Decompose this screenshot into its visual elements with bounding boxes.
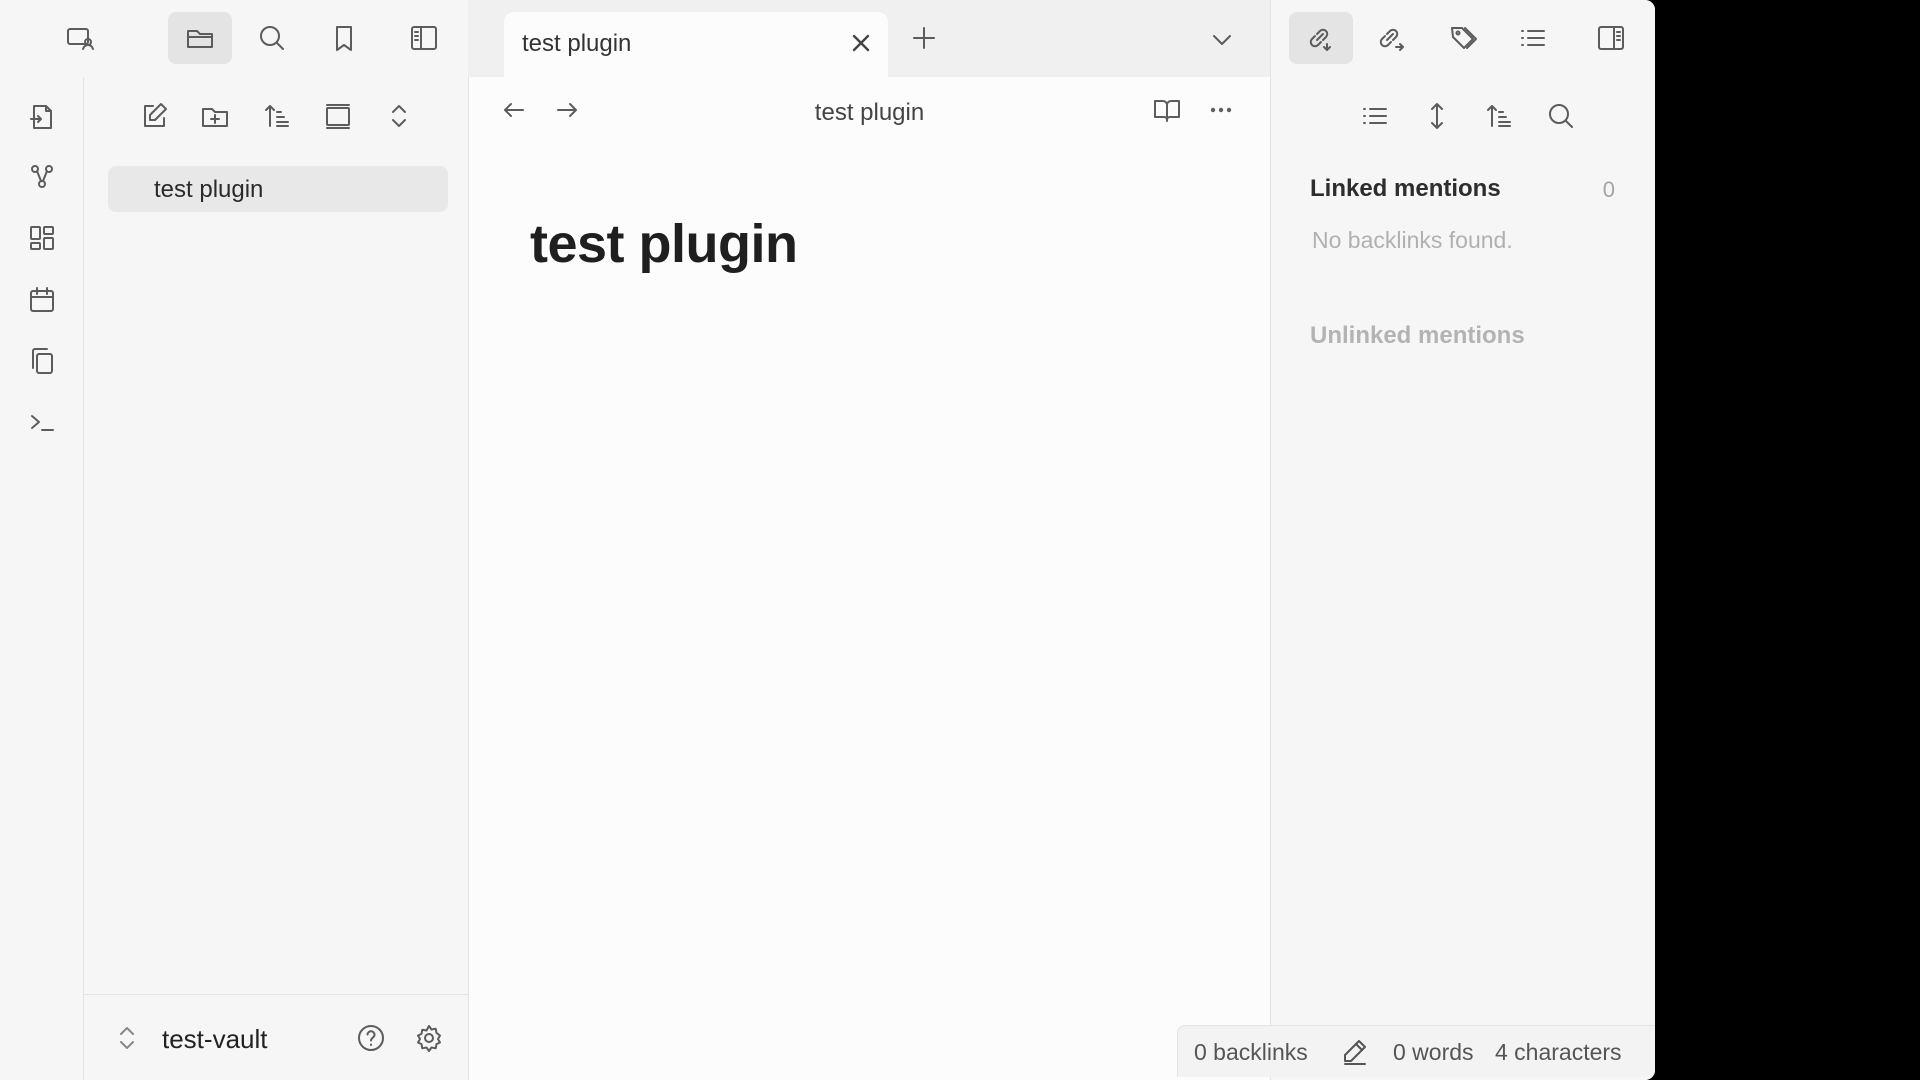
left-ribbon: [0, 77, 84, 1080]
graph-view-icon[interactable]: [10, 149, 74, 205]
vault-switcher[interactable]: test-vault: [112, 1013, 332, 1063]
editing-mode-pencil-icon[interactable]: [1341, 1037, 1369, 1065]
chevron-up-down-icon: [120, 1027, 134, 1049]
linked-mentions-count: 0: [1602, 177, 1615, 202]
outgoing-links-tab-icon[interactable]: [1359, 12, 1423, 64]
backlinks-tab-icon[interactable]: [1289, 12, 1353, 64]
editor-pane: test plugin test plugin: [469, 77, 1270, 1080]
note-inline-title[interactable]: test plugin: [530, 213, 798, 275]
close-tab-icon[interactable]: [844, 26, 878, 60]
sort-order-icon[interactable]: [245, 90, 309, 142]
bookmarks-tab-icon[interactable]: [312, 12, 376, 64]
tab-test-plugin[interactable]: test plugin: [504, 12, 888, 77]
daily-note-calendar-icon[interactable]: [10, 272, 74, 328]
status-character-count: 4 characters: [1495, 1039, 1622, 1065]
manage-vaults-icon[interactable]: [48, 12, 112, 64]
collapse-results-list-icon[interactable]: [1343, 90, 1407, 142]
outline-tab-icon[interactable]: [1501, 12, 1565, 64]
search-tab-icon[interactable]: [240, 12, 304, 64]
toggle-left-sidebar-icon[interactable]: [392, 12, 456, 64]
app-window: test plugin test plugin test-vault test …: [0, 0, 1655, 1080]
title-bar: test plugin: [0, 0, 1655, 77]
linked-mentions-heading[interactable]: Linked mentions: [1310, 175, 1501, 203]
new-folder-icon[interactable]: [183, 90, 247, 142]
new-tab-icon[interactable]: [892, 12, 956, 64]
file-item-label: test plugin: [154, 176, 264, 203]
file-item-test-plugin[interactable]: test plugin: [108, 166, 448, 212]
show-more-context-icon[interactable]: [1405, 90, 1469, 142]
right-sidebar-header: [1270, 0, 1655, 77]
files-tab-folder-icon[interactable]: [168, 12, 232, 64]
backlinks-pane: Linked mentions 0 No backlinks found. Un…: [1270, 77, 1655, 1080]
status-bar: 0 backlinks 0 words 4 characters: [1177, 1025, 1655, 1077]
unlinked-mentions-heading[interactable]: Unlinked mentions: [1310, 322, 1525, 350]
more-options-ellipsis-icon[interactable]: [1196, 85, 1246, 135]
no-backlinks-message: No backlinks found.: [1312, 227, 1513, 253]
auto-reveal-file-icon[interactable]: [306, 90, 370, 142]
status-word-count: 0 words: [1393, 1039, 1474, 1065]
vault-name: test-vault: [162, 1024, 268, 1054]
command-palette-icon[interactable]: [10, 394, 74, 450]
file-explorer: test plugin test-vault: [84, 77, 469, 1080]
new-note-icon[interactable]: [122, 90, 186, 142]
help-icon[interactable]: [346, 1013, 396, 1063]
tab-list-chevron-down-icon[interactable]: [1190, 14, 1254, 66]
settings-gear-icon[interactable]: [404, 1013, 454, 1063]
open-quick-switcher-icon[interactable]: [10, 89, 74, 145]
vault-bar: test-vault: [84, 994, 468, 1080]
templates-copy-icon[interactable]: [10, 333, 74, 389]
toggle-right-sidebar-icon[interactable]: [1579, 12, 1643, 64]
collapse-all-icon[interactable]: [367, 90, 431, 142]
reading-view-book-icon[interactable]: [1142, 85, 1192, 135]
sort-order-icon[interactable]: [1467, 90, 1531, 142]
search-filter-icon[interactable]: [1529, 90, 1593, 142]
canvas-icon[interactable]: [10, 210, 74, 266]
left-sidebar-header: [0, 0, 468, 77]
status-backlinks-count[interactable]: 0 backlinks: [1194, 1039, 1308, 1066]
tags-tab-icon[interactable]: [1431, 12, 1495, 64]
tab-title: test plugin: [522, 30, 632, 57]
